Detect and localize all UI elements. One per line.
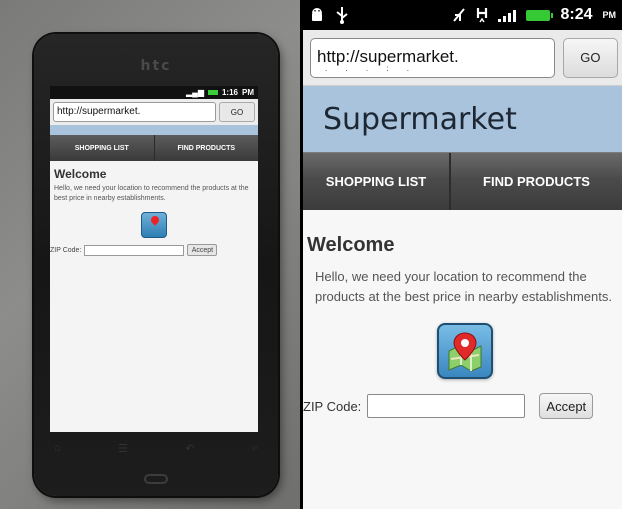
nav-shopping-list[interactable]: SHOPPING LIST: [303, 153, 451, 210]
map-pin-icon[interactable]: [436, 323, 493, 379]
intro-text: Hello, we need your location to recommen…: [315, 269, 612, 304]
back-key-icon: ↶: [185, 443, 195, 455]
photo-status-ampm: PM: [242, 88, 254, 97]
page-content: Welcome Hello, we need your location to …: [303, 210, 622, 419]
usb-icon: [336, 7, 348, 24]
go-button[interactable]: GO: [562, 37, 618, 78]
zip-code-row: ZIP Code: Accept: [303, 393, 622, 419]
status-bar: 8:24 PM: [303, 0, 622, 30]
home-key-icon: ⌂: [54, 442, 61, 454]
photo-welcome-heading: Welcome: [54, 167, 107, 181]
phone-screenshot: 8:24 PM http://supermarket. . . . : . GO …: [303, 0, 622, 509]
status-time: 8:24: [560, 6, 593, 23]
phone-body: htc ▂▄▆ 1:16 PM http://supermarket. GO S…: [34, 34, 278, 496]
device-photo: htc ▂▄▆ 1:16 PM http://supermarket. GO S…: [0, 0, 300, 509]
photo-intro-text: Hello, we need your location to recommen…: [54, 185, 249, 202]
photo-map-pin-icon: [141, 212, 167, 238]
photo-accept-button: Accept: [187, 244, 218, 256]
android-debug-icon: [312, 8, 322, 21]
status-ampm: PM: [602, 10, 617, 20]
photo-zip-row: ZIP Code: Accept: [50, 244, 254, 256]
photo-url-input: http://supermarket.: [53, 102, 216, 122]
url-input[interactable]: http://supermarket. . . . : .: [310, 37, 555, 78]
nav-find-products[interactable]: FIND PRODUCTS: [451, 153, 622, 210]
battery-icon: [207, 90, 218, 95]
signal-strength-icon: [498, 9, 517, 22]
phone-hardware-keys: ⌂ ☰ ↶ ⌕: [54, 442, 258, 455]
site-header: Supermarket: [303, 86, 622, 152]
signal-icon: ▂▄▆: [186, 88, 204, 97]
phone-screen: ▂▄▆ 1:16 PM http://supermarket. GO SHOPP…: [50, 86, 258, 432]
menu-key-icon: ☰: [118, 443, 128, 455]
photo-url-bar: http://supermarket. GO: [50, 99, 258, 125]
trackball-button: [144, 474, 168, 484]
zip-code-input[interactable]: [367, 394, 526, 418]
photo-content: Welcome Hello, we need your location to …: [50, 161, 258, 262]
photo-status-time: 1:16: [221, 88, 238, 97]
site-title: Supermarket: [323, 101, 517, 137]
photo-go-button: GO: [219, 102, 255, 122]
silent-mode-icon: [453, 8, 466, 22]
phone-brand-logo: htc: [140, 58, 172, 74]
photo-status-bar: ▂▄▆ 1:16 PM: [50, 86, 258, 99]
welcome-heading: Welcome: [307, 234, 395, 256]
photo-site-header: [50, 125, 258, 135]
photo-navbar: SHOPPING LIST FIND PRODUCTS: [50, 135, 258, 161]
location-map-icon: [448, 332, 481, 372]
hspa-data-icon: [477, 8, 488, 23]
photo-zip-input: [84, 244, 185, 256]
site-navbar: SHOPPING LIST FIND PRODUCTS: [303, 152, 622, 210]
zip-code-label: ZIP Code:: [303, 398, 362, 414]
photo-zip-label: ZIP Code:: [50, 246, 82, 254]
photo-nav-find-products: FIND PRODUCTS: [153, 135, 259, 161]
browser-url-bar: http://supermarket. . . . : . GO: [303, 30, 622, 86]
accept-button[interactable]: Accept: [539, 393, 594, 419]
battery-icon: [526, 9, 554, 21]
search-key-icon: ⌕: [251, 442, 258, 454]
photo-nav-shopping-list: SHOPPING LIST: [74, 144, 129, 152]
url-loading-dots: . . . : .: [325, 63, 418, 73]
